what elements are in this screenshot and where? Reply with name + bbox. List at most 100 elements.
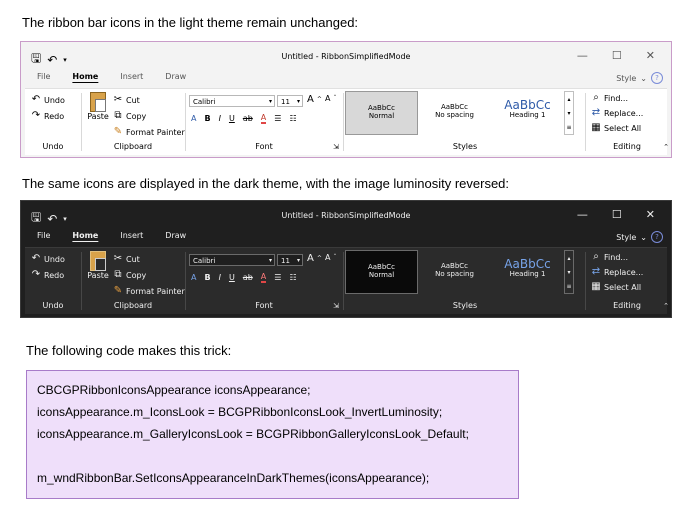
style-menu[interactable]: Style [616, 74, 636, 83]
ribbon-panel: ↶ Undo ↷ Redo Undo Paste ✂ Cut ⧉ Copy ✎ Forma… [25, 247, 669, 314]
collapse-ribbon-icon[interactable]: ⌃ [663, 302, 669, 310]
tab-file[interactable]: File [37, 231, 50, 240]
group-name-editing: Editing [613, 142, 641, 151]
font-size-combo[interactable]: 11 ▾ [277, 254, 303, 266]
bold-button[interactable]: B [204, 114, 210, 123]
undo-icon: ↶ [31, 94, 41, 105]
collapse-ribbon-icon[interactable]: ⌃ [663, 143, 669, 151]
tab-draw[interactable]: Draw [165, 72, 186, 81]
select-all-button[interactable]: ▦ Select All [591, 282, 641, 292]
tab-insert[interactable]: Insert [120, 231, 143, 240]
format-painter-button[interactable]: ✎ Format Painter [113, 127, 185, 137]
ribbon-panel: ↶ Undo ↷ Redo Undo Paste ✂ Cut ⧉ Copy ✎ Forma… [25, 88, 669, 155]
select-all-button[interactable]: ▦ Select All [591, 123, 641, 133]
style-no-spacing[interactable]: AaBbCc No spacing [418, 91, 491, 135]
code-line: iconsAppearance.m_GalleryIconsLook = BCG… [37, 427, 469, 441]
code-line: m_wndRibbonBar.SetIconsAppearanceInDarkT… [37, 471, 430, 485]
group-name-styles: Styles [452, 301, 478, 310]
select-all-icon: ▦ [591, 122, 601, 133]
style-normal[interactable]: AaBbCc Normal [345, 250, 418, 294]
group-name-editing: Editing [613, 301, 641, 310]
grow-font-button[interactable]: A ^ [307, 253, 322, 264]
style-normal[interactable]: AaBbCc Normal [345, 91, 418, 135]
divider [185, 93, 186, 151]
find-button[interactable]: ⌕ Find... [591, 93, 628, 103]
paste-button[interactable]: Paste [85, 251, 111, 280]
copy-button[interactable]: ⧉ Copy [113, 111, 146, 121]
tab-file[interactable]: File [37, 72, 50, 81]
redo-button[interactable]: ↷ Redo [31, 270, 64, 280]
underline-button[interactable]: U [229, 273, 235, 282]
undo-button[interactable]: ↶ Undo [31, 254, 65, 264]
style-heading-1[interactable]: AaBbCc Heading 1 [491, 91, 564, 135]
grow-font-button[interactable]: A ^ [307, 94, 322, 105]
group-name-font: Font [255, 301, 273, 310]
divider [343, 252, 344, 310]
divider [81, 93, 82, 151]
help-icon[interactable]: ? [651, 72, 663, 84]
undo-icon: ↶ [31, 253, 41, 264]
minimize-button[interactable]: — [577, 49, 588, 62]
redo-button[interactable]: ↷ Redo [31, 111, 64, 121]
font-group: Calibri ▾ 11 ▾ A ^ Aˇ A B I U ab A ☰ ☷ Font… [187, 248, 341, 314]
help-icon[interactable]: ? [651, 231, 663, 243]
tab-home[interactable]: Home [72, 72, 98, 81]
group-name-undo: Undo [42, 142, 64, 151]
replace-button[interactable]: ⇄ Replace... [591, 267, 643, 277]
italic-button[interactable]: I [219, 273, 221, 282]
replace-button[interactable]: ⇄ Replace... [591, 108, 643, 118]
copy-button[interactable]: ⧉ Copy [113, 270, 146, 280]
italic-button[interactable]: I [219, 114, 221, 123]
scroll-up-icon[interactable]: ▴ [567, 96, 570, 103]
tab-insert[interactable]: Insert [120, 72, 143, 81]
cut-button[interactable]: ✂ Cut [113, 254, 140, 264]
numbering-icon[interactable]: ☰ [274, 114, 281, 123]
cut-button[interactable]: ✂ Cut [113, 95, 140, 105]
chevron-down-icon: ▾ [296, 257, 300, 264]
text-effects-icon[interactable]: A [191, 273, 196, 282]
bullets-icon[interactable]: ☷ [289, 273, 296, 282]
style-menu[interactable]: Style [616, 233, 636, 242]
undo-button[interactable]: ↶ Undo [31, 95, 65, 105]
divider [185, 252, 186, 310]
format-painter-button[interactable]: ✎ Format Painter [113, 286, 185, 296]
text-effects-icon[interactable]: A [191, 114, 196, 123]
font-size-combo[interactable]: 11 ▾ [277, 95, 303, 107]
bullets-icon[interactable]: ☷ [289, 114, 296, 123]
shrink-font-button[interactable]: Aˇ [325, 253, 336, 262]
font-name-combo[interactable]: Calibri ▾ [189, 254, 275, 266]
expand-gallery-icon[interactable]: ≡ [566, 283, 571, 290]
font-name-combo[interactable]: Calibri ▾ [189, 95, 275, 107]
chevron-down-icon[interactable]: ⌄ [640, 74, 647, 83]
scroll-down-icon[interactable]: ▾ [567, 110, 570, 117]
dialog-launcher-icon[interactable]: ⇲ [333, 302, 339, 310]
chevron-down-icon[interactable]: ⌄ [640, 233, 647, 242]
scroll-down-icon[interactable]: ▾ [567, 269, 570, 276]
gallery-scrollbar[interactable]: ▴ ▾ ≡ [564, 250, 574, 294]
highlight-button[interactable]: A [260, 113, 267, 124]
find-button[interactable]: ⌕ Find... [591, 252, 628, 262]
strikethrough-button[interactable]: ab [243, 273, 253, 282]
strikethrough-button[interactable]: ab [243, 114, 253, 123]
ribbon-window-dark: 🖫 ↶ ▾ Untitled - RibbonSimplifiedMode — … [20, 200, 672, 318]
tab-draw[interactable]: Draw [165, 231, 186, 240]
tab-home[interactable]: Home [72, 231, 98, 240]
styles-gallery: AaBbCc Normal AaBbCc No spacing AaBbCc Head… [345, 91, 574, 137]
numbering-icon[interactable]: ☰ [274, 273, 281, 282]
maximize-button[interactable]: ☐ [612, 49, 622, 62]
bold-button[interactable]: B [204, 273, 210, 282]
highlight-button[interactable]: A [260, 272, 267, 283]
style-no-spacing[interactable]: AaBbCc No spacing [418, 250, 491, 294]
style-heading-1[interactable]: AaBbCc Heading 1 [491, 250, 564, 294]
scroll-up-icon[interactable]: ▴ [567, 255, 570, 262]
maximize-button[interactable]: ☐ [612, 208, 622, 221]
close-button[interactable]: ✕ [646, 49, 655, 62]
shrink-font-button[interactable]: Aˇ [325, 94, 336, 103]
minimize-button[interactable]: — [577, 208, 588, 221]
dialog-launcher-icon[interactable]: ⇲ [333, 143, 339, 151]
gallery-scrollbar[interactable]: ▴ ▾ ≡ [564, 91, 574, 135]
expand-gallery-icon[interactable]: ≡ [566, 124, 571, 131]
underline-button[interactable]: U [229, 114, 235, 123]
close-button[interactable]: ✕ [646, 208, 655, 221]
paste-button[interactable]: Paste [85, 92, 111, 121]
